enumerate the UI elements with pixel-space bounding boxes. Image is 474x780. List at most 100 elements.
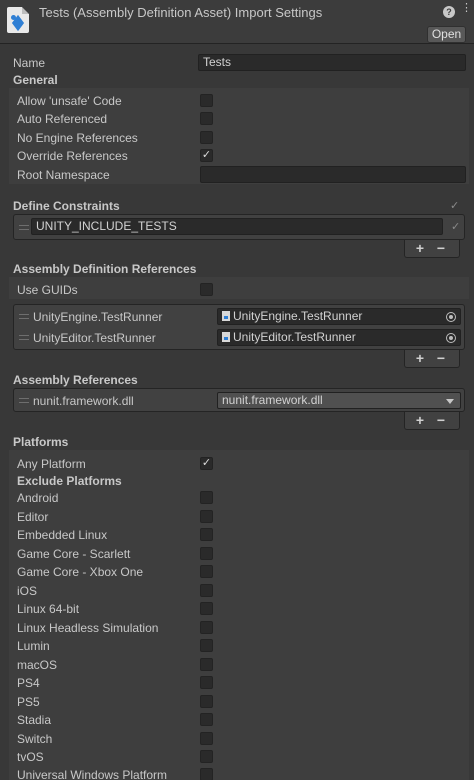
platform-item-android: Android bbox=[0, 489, 474, 507]
define-constraints-valid-icon: ✓ bbox=[450, 200, 460, 212]
help-icon[interactable]: ? bbox=[443, 6, 455, 18]
platforms-title: Platforms bbox=[13, 435, 69, 449]
constraint-valid-icon: ✓ bbox=[451, 221, 461, 233]
platform-item-ps5: PS5 bbox=[0, 693, 474, 711]
platform-label: PS5 bbox=[17, 695, 40, 709]
remove-assembly-reference-button[interactable]: − bbox=[431, 412, 451, 430]
platform-checkbox[interactable] bbox=[200, 602, 213, 615]
remove-constraint-button[interactable]: − bbox=[431, 240, 451, 258]
platform-checkbox[interactable] bbox=[200, 768, 213, 780]
general-item-auto-referenced: Auto Referenced bbox=[0, 110, 474, 128]
remove-reference-button[interactable]: − bbox=[431, 350, 451, 368]
platform-checkbox[interactable] bbox=[200, 639, 213, 652]
platform-item-linux-headless-simulation: Linux Headless Simulation bbox=[0, 619, 474, 637]
platform-item-ps4: PS4 bbox=[0, 674, 474, 692]
drag-handle-icon[interactable] bbox=[19, 398, 29, 403]
platform-checkbox[interactable] bbox=[200, 713, 213, 726]
assembly-reference-value: nunit.framework.dll bbox=[222, 393, 323, 407]
reference-object-value: UnityEditor.TestRunner bbox=[233, 330, 356, 344]
use-guids-row: Use GUIDs bbox=[0, 281, 474, 299]
platform-checkbox[interactable] bbox=[200, 750, 213, 763]
platform-checkbox[interactable] bbox=[200, 491, 213, 504]
root-namespace-field[interactable] bbox=[200, 166, 466, 183]
add-constraint-button[interactable]: + bbox=[410, 240, 430, 258]
assembly-references-list: nunit.framework.dll nunit.framework.dll bbox=[13, 388, 465, 412]
platform-checkbox[interactable] bbox=[200, 658, 213, 671]
assembly-definition-references-footer: + − bbox=[404, 350, 460, 368]
any-platform-label: Any Platform bbox=[17, 457, 86, 471]
auto-referenced-label: Auto Referenced bbox=[17, 112, 108, 126]
platform-label: Universal Windows Platform bbox=[17, 768, 168, 780]
exclude-platforms-title: Exclude Platforms bbox=[17, 474, 122, 488]
drag-handle-icon[interactable] bbox=[19, 225, 29, 230]
add-assembly-reference-button[interactable]: + bbox=[410, 412, 430, 430]
general-section-title: General bbox=[13, 73, 58, 87]
platform-label: Game Core - Scarlett bbox=[17, 547, 131, 561]
platform-checkbox[interactable] bbox=[200, 547, 213, 560]
allow-unsafe-label: Allow 'unsafe' Code bbox=[17, 94, 122, 108]
assembly-reference-dropdown[interactable]: nunit.framework.dll bbox=[217, 392, 461, 409]
platform-label: tvOS bbox=[17, 750, 44, 764]
assembly-definition-icon bbox=[222, 332, 230, 342]
override-references-checkbox[interactable]: ✓ bbox=[200, 149, 213, 162]
general-item-no-engine-references: No Engine References bbox=[0, 129, 474, 147]
platform-label: Embedded Linux bbox=[17, 528, 108, 542]
any-platform-checkbox[interactable]: ✓ bbox=[200, 457, 213, 470]
allow-unsafe-checkbox[interactable] bbox=[200, 94, 213, 107]
platform-checkbox[interactable] bbox=[200, 510, 213, 523]
define-constraints-list: UNITY_INCLUDE_TESTS ✓ bbox=[13, 214, 465, 240]
inspector-header: Tests (Assembly Definition Asset) Import… bbox=[0, 0, 474, 44]
platform-label: Android bbox=[17, 491, 59, 505]
platform-label: Editor bbox=[17, 510, 49, 524]
platform-checkbox[interactable] bbox=[200, 528, 213, 541]
general-item-override-references: Override References ✓ bbox=[0, 147, 474, 165]
platform-label: Linux Headless Simulation bbox=[17, 621, 159, 635]
platform-checkbox[interactable] bbox=[200, 676, 213, 689]
define-constraints-footer: + − bbox=[404, 240, 460, 258]
general-item-allow-unsafe: Allow 'unsafe' Code bbox=[0, 92, 474, 110]
object-picker-icon[interactable] bbox=[446, 333, 456, 343]
platform-checkbox[interactable] bbox=[200, 621, 213, 634]
assembly-definition-icon bbox=[7, 7, 29, 33]
platform-item-macos: macOS bbox=[0, 656, 474, 674]
no-engine-references-checkbox[interactable] bbox=[200, 131, 213, 144]
platform-label: Switch bbox=[17, 732, 53, 746]
use-guids-label: Use GUIDs bbox=[17, 283, 78, 297]
reference-label: UnityEngine.TestRunner bbox=[33, 310, 163, 324]
platform-checkbox[interactable] bbox=[200, 695, 213, 708]
reference-object-field[interactable]: UnityEditor.TestRunner bbox=[217, 329, 461, 346]
platform-item-stadia: Stadia bbox=[0, 711, 474, 729]
platform-checkbox[interactable] bbox=[200, 732, 213, 745]
any-platform-row: Any Platform ✓ bbox=[0, 455, 474, 473]
root-namespace-row: Root Namespace bbox=[0, 166, 474, 184]
chevron-down-icon bbox=[446, 399, 454, 404]
define-constraint-field[interactable]: UNITY_INCLUDE_TESTS bbox=[31, 218, 443, 235]
assembly-references-footer: + − bbox=[404, 412, 460, 430]
auto-referenced-checkbox[interactable] bbox=[200, 112, 213, 125]
root-namespace-label: Root Namespace bbox=[17, 168, 110, 182]
platform-item-game-core-scarlett: Game Core - Scarlett bbox=[0, 545, 474, 563]
object-picker-icon[interactable] bbox=[446, 312, 456, 322]
open-button[interactable]: Open bbox=[427, 26, 466, 43]
add-reference-button[interactable]: + bbox=[410, 350, 430, 368]
platform-checkbox[interactable] bbox=[200, 584, 213, 597]
platform-checkbox[interactable] bbox=[200, 565, 213, 578]
reference-object-value: UnityEngine.TestRunner bbox=[233, 309, 363, 323]
drag-handle-icon[interactable] bbox=[19, 314, 29, 319]
menu-icon[interactable]: ⋮ bbox=[461, 3, 472, 18]
assembly-references-title: Assembly References bbox=[13, 373, 138, 387]
assembly-reference-label: nunit.framework.dll bbox=[33, 394, 134, 408]
platform-label: PS4 bbox=[17, 676, 40, 690]
platform-label: Linux 64-bit bbox=[17, 602, 80, 616]
platform-item-editor: Editor bbox=[0, 508, 474, 526]
drag-handle-icon[interactable] bbox=[19, 335, 29, 340]
name-field[interactable]: Tests bbox=[198, 54, 466, 71]
platform-label: Lumin bbox=[17, 639, 50, 653]
platform-label: Game Core - Xbox One bbox=[17, 565, 144, 579]
reference-label: UnityEditor.TestRunner bbox=[33, 331, 156, 345]
no-engine-references-label: No Engine References bbox=[17, 131, 138, 145]
override-references-label: Override References bbox=[17, 149, 128, 163]
reference-object-field[interactable]: UnityEngine.TestRunner bbox=[217, 308, 461, 325]
define-constraints-title: Define Constraints bbox=[13, 199, 120, 213]
use-guids-checkbox[interactable] bbox=[200, 283, 213, 296]
